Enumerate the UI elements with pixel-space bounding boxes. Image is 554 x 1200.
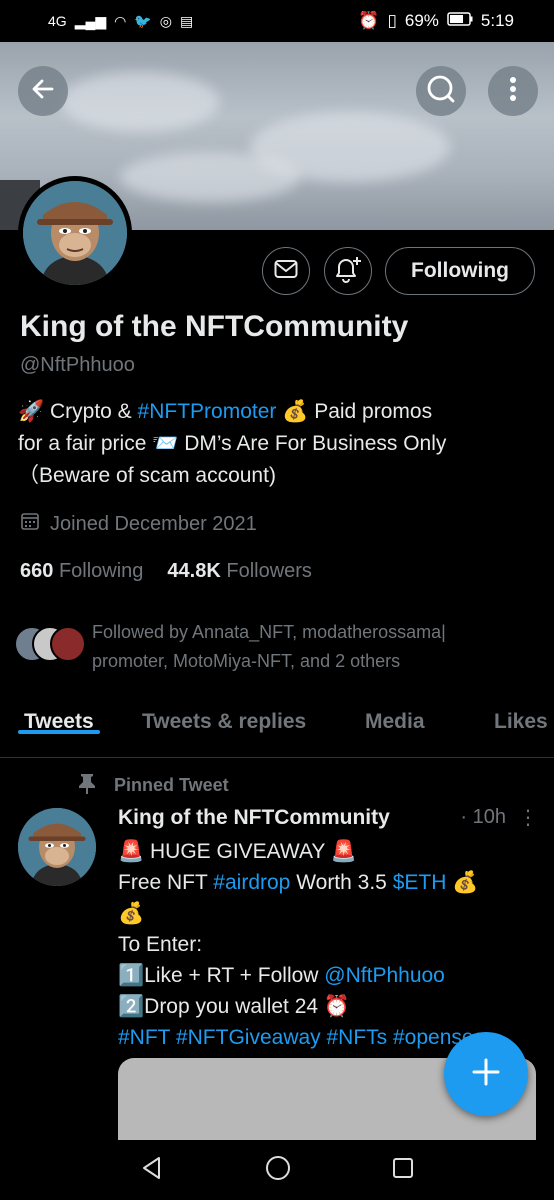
system-nav-bar xyxy=(0,1140,554,1200)
profile-name: King of the NFTCommunity xyxy=(20,310,409,343)
compose-tweet-button[interactable] xyxy=(444,1032,528,1116)
nav-home-icon[interactable] xyxy=(264,1154,292,1187)
bio-text: 🚀 Crypto & xyxy=(18,400,138,423)
search-button[interactable] xyxy=(416,66,466,116)
followers-stat[interactable]: 44.8K Followers xyxy=(167,560,312,583)
nav-back-icon[interactable] xyxy=(139,1155,165,1186)
tab-tweets[interactable]: Tweets xyxy=(18,690,100,734)
tweet-text: 1️⃣Like + RT + Follow xyxy=(118,964,325,987)
mention-link[interactable]: @NftPhhuoo xyxy=(324,964,445,987)
bio-line-3: （Beware of scam account) xyxy=(18,464,276,487)
profile-handle: @NftPhhuoo xyxy=(20,354,135,376)
following-label: Following xyxy=(58,560,144,582)
pinned-label: Pinned Tweet xyxy=(78,772,229,799)
signal-icon: ▂▄▆ xyxy=(74,12,107,29)
joined-text: Joined December 2021 xyxy=(50,512,257,535)
profile-avatar[interactable] xyxy=(18,176,132,290)
tab-label: Media xyxy=(365,710,425,733)
network-label: 4G xyxy=(48,13,67,29)
hashtag-link[interactable]: #airdrop xyxy=(213,871,290,894)
tab-media[interactable]: Media xyxy=(365,690,425,734)
pinned-text: Pinned Tweet xyxy=(114,775,229,795)
followers-count: 44.8K xyxy=(167,560,221,582)
follow-stats: 660 Following 44.8K Followers xyxy=(20,560,312,583)
tweet-line: 💰 xyxy=(118,902,145,925)
calendar-icon xyxy=(20,511,40,537)
status-left: 4G ▂▄▆ ◠ 🐦 ◎ ▤ xyxy=(48,13,193,30)
tweet-body: 🚨 HUGE GIVEAWAY 🚨 Free NFT #airdrop Wort… xyxy=(118,836,528,1053)
follower-avatars xyxy=(14,626,88,666)
search-icon xyxy=(426,74,456,109)
ape-avatar-image xyxy=(23,181,127,285)
tab-label: Likes xyxy=(494,710,548,733)
tweet-line: 🚨 HUGE GIVEAWAY 🚨 xyxy=(118,840,357,863)
battery-percent: 69% xyxy=(404,11,439,30)
more-options-button[interactable] xyxy=(488,66,538,116)
cashtag-link[interactable]: $ETH xyxy=(393,871,447,894)
alarm-icon: ⏰ xyxy=(358,11,380,30)
bio-text: 💰 Paid promos xyxy=(276,400,433,423)
tweet-author-name[interactable]: King of the NFTCommunity xyxy=(118,806,390,830)
followed-by-text: Followed by Annata_NFT, modatherossama| … xyxy=(92,618,446,676)
status-right: ⏰ ▯ 69% 5:19 xyxy=(358,11,514,31)
tweet-text: 💰 xyxy=(446,871,479,894)
profile-tabs: Tweets Tweets & replies Media Likes xyxy=(0,690,554,758)
tweet-text: Worth 3.5 xyxy=(290,871,393,894)
followers-label: Followers xyxy=(226,560,312,582)
compose-plus-icon xyxy=(471,1057,501,1092)
following-button[interactable]: Following xyxy=(385,247,535,295)
tab-label: Tweets & replies xyxy=(142,710,307,733)
bio-line-2: for a fair price 📨 DM’s Are For Business… xyxy=(18,432,447,455)
tweet-line: 2️⃣Drop you wallet 24 ⏰ xyxy=(118,995,351,1018)
profile-bio: 🚀 Crypto & #NFTPromoter 💰 Paid promos fo… xyxy=(18,396,538,492)
more-vertical-icon xyxy=(509,76,517,107)
back-button[interactable] xyxy=(18,66,68,116)
bell-plus-icon xyxy=(333,255,363,288)
bio-line-1: 🚀 Crypto & #NFTPromoter 💰 Paid promos xyxy=(18,396,538,428)
following-stat[interactable]: 660 Following xyxy=(20,560,143,583)
mail-icon xyxy=(274,259,298,284)
tweet-line: 1️⃣Like + RT + Follow @NftPhhuoo xyxy=(118,960,528,991)
followed-by[interactable]: Followed by Annata_NFT, modatherossama| … xyxy=(14,618,544,676)
following-count: 660 xyxy=(20,560,54,582)
battery-icon xyxy=(447,11,473,31)
notifications-button[interactable] xyxy=(324,247,372,295)
tab-tweets-replies[interactable]: Tweets & replies xyxy=(142,690,306,734)
message-notification-icon: ▤ xyxy=(180,12,194,29)
follower-avatar xyxy=(50,626,86,662)
tweet-text: Free NFT xyxy=(118,871,214,894)
notification-icon: ◎ xyxy=(159,12,173,29)
tweet-line: Free NFT #airdrop Worth 3.5 $ETH 💰 xyxy=(118,867,528,898)
message-button[interactable] xyxy=(262,247,310,295)
followed-by-line: promoter, MotoMiya-NFT, and 2 others xyxy=(92,651,401,671)
clock: 5:19 xyxy=(480,11,514,30)
pin-icon xyxy=(78,772,96,799)
tweet-header: King of the NFTCommunity · 10h ⋮ xyxy=(118,805,538,830)
wifi-icon: ◠ xyxy=(114,12,127,29)
followed-by-line: Followed by Annata_NFT, modatherossama| xyxy=(92,622,446,642)
tweet-time: · 10h xyxy=(460,806,506,828)
twitter-notification-icon: 🐦 xyxy=(134,12,152,29)
tweet-more-icon[interactable]: ⋮ xyxy=(518,805,538,830)
tab-likes[interactable]: Likes xyxy=(494,690,548,734)
back-arrow-icon xyxy=(30,76,56,107)
nav-recents-icon[interactable] xyxy=(391,1156,415,1185)
tweet-line: To Enter: xyxy=(118,933,203,956)
hashtag-link[interactable]: #NFTPromoter xyxy=(138,400,277,423)
vibrate-icon: ▯ xyxy=(387,11,397,30)
active-tab-indicator xyxy=(18,730,100,734)
joined-date: Joined December 2021 xyxy=(20,511,257,537)
status-bar: 4G ▂▄▆ ◠ 🐦 ◎ ▤ ⏰ ▯ 69% 5:19 xyxy=(0,0,554,42)
tweet-author-avatar[interactable] xyxy=(18,808,96,886)
